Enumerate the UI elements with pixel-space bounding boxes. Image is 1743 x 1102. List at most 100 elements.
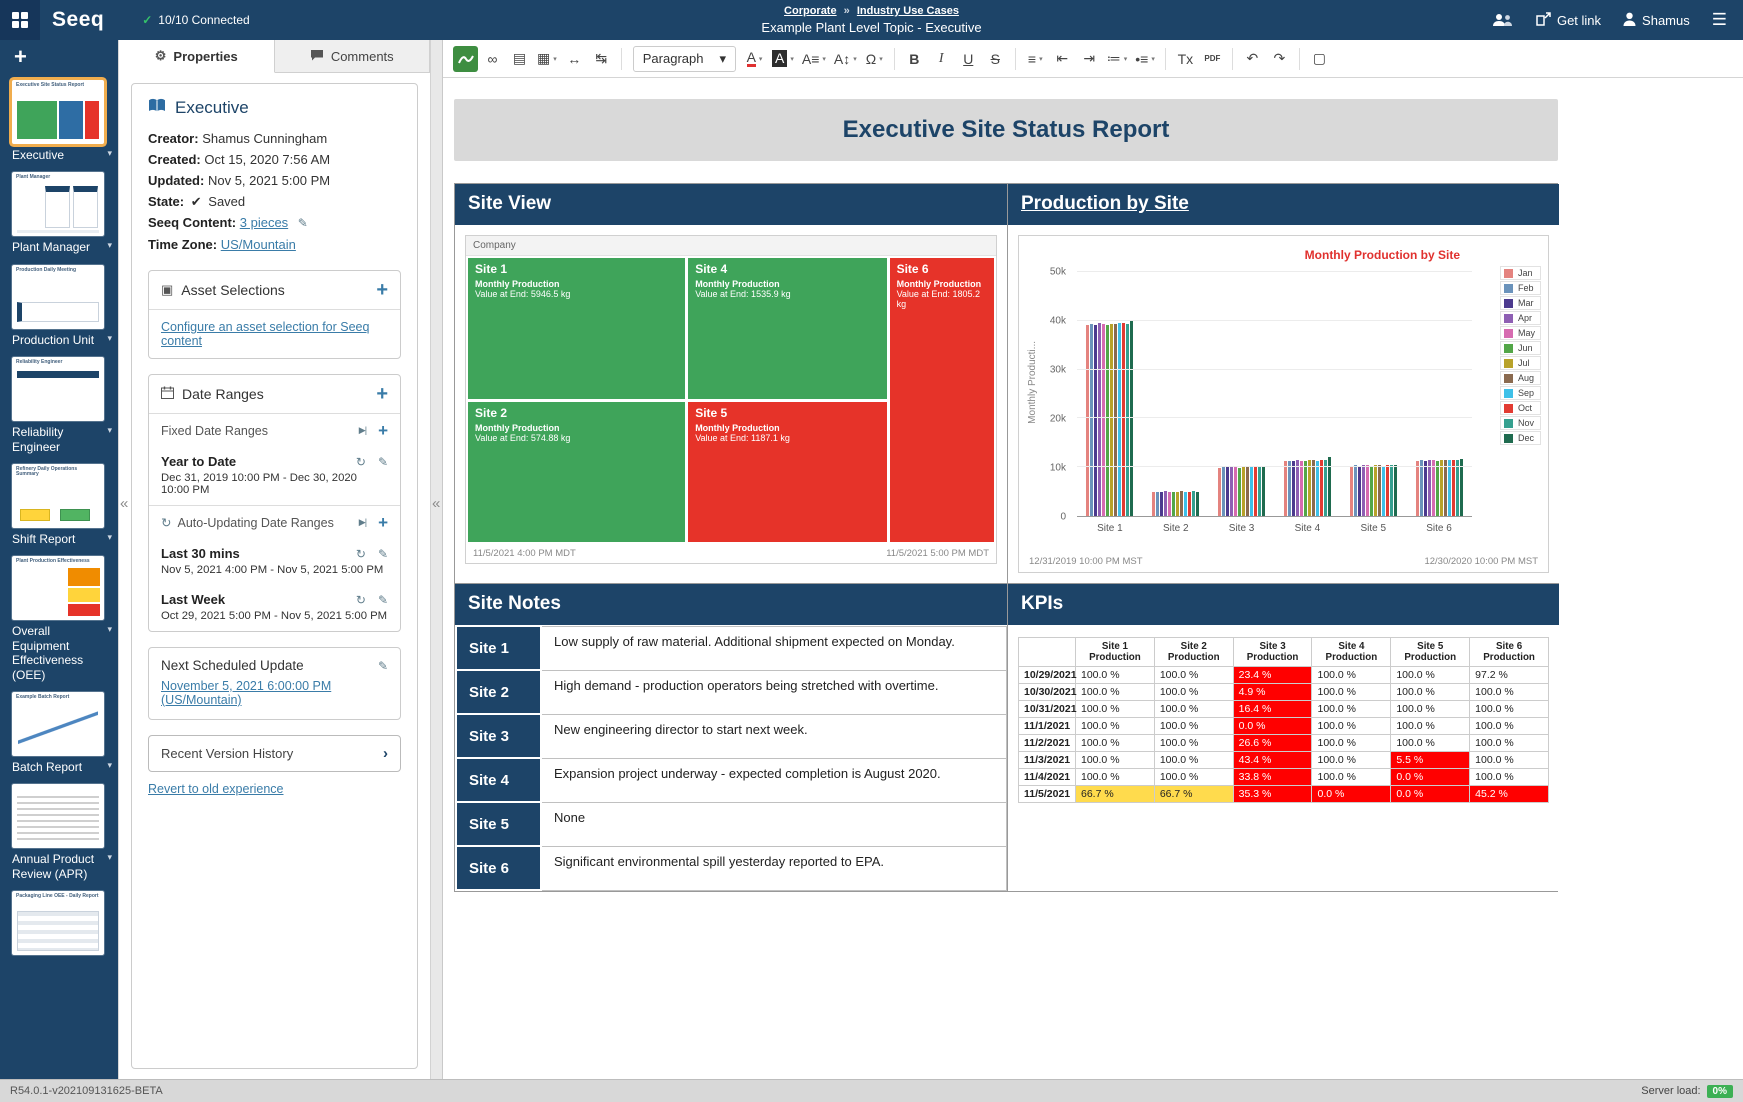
edit-icon[interactable]: ✎: [378, 547, 388, 561]
legend-item[interactable]: May: [1500, 326, 1541, 340]
bold-button[interactable]: B: [902, 46, 927, 72]
chevron-down-icon[interactable]: ▾: [107, 148, 112, 159]
font-family-button[interactable]: A≡▾: [799, 46, 829, 72]
seeq-logo[interactable]: Seeq: [52, 8, 104, 32]
apps-grid-button[interactable]: [0, 0, 40, 40]
document-thumbnail[interactable]: Production Daily Meeting: [12, 265, 104, 329]
tab-properties[interactable]: ⚙ Properties: [119, 40, 275, 73]
next-update-link[interactable]: November 5, 2021 6:00:00 PM (US/Mountain…: [161, 679, 331, 707]
document-area[interactable]: Executive Site Status Report Site View C…: [443, 78, 1743, 1079]
font-size-button[interactable]: A↕▾: [831, 46, 860, 72]
chevron-down-icon[interactable]: ▾: [107, 624, 112, 635]
treemap-tile[interactable]: Site 4Monthly ProductionValue at End: 15…: [688, 258, 886, 399]
document-thumbnail[interactable]: Example Batch Report: [12, 692, 104, 756]
document-thumbnail[interactable]: Refinery Daily Operations Summary: [12, 464, 104, 528]
chevron-down-icon[interactable]: ▾: [107, 760, 112, 771]
timezone-link[interactable]: US/Mountain: [221, 237, 296, 252]
breadcrumb-link-corporate[interactable]: Corporate: [784, 5, 837, 17]
treemap-tile[interactable]: Site 2Monthly ProductionValue at End: 57…: [468, 402, 685, 543]
image-button[interactable]: ▤: [507, 46, 532, 72]
step-auto-range-icon[interactable]: ▶|: [359, 517, 366, 528]
outdent-button[interactable]: ⇤: [1050, 46, 1075, 72]
bullet-list-button[interactable]: •≡▾: [1132, 46, 1158, 72]
collapse-sidebar-button[interactable]: «: [120, 495, 128, 512]
table-button[interactable]: ▦▾: [534, 46, 560, 72]
legend-item[interactable]: Jan: [1500, 266, 1541, 280]
refresh-icon[interactable]: ↻: [356, 455, 366, 469]
sidebar-item[interactable]: Plant ManagerPlant Manager▾: [12, 172, 118, 254]
font-color-button[interactable]: A▾: [742, 46, 767, 72]
user-menu-button[interactable]: Shamus: [1623, 12, 1690, 29]
sidebar-item[interactable]: Reliability EngineerReliability Engineer…: [12, 357, 118, 454]
chevron-down-icon[interactable]: ▾: [107, 240, 112, 251]
chevron-down-icon[interactable]: ▾: [107, 852, 112, 863]
manage-users-icon[interactable]: [1492, 13, 1514, 27]
legend-item[interactable]: Jun: [1500, 341, 1541, 355]
step-date-range-icon[interactable]: ▶|: [359, 425, 366, 436]
configure-asset-selection-link[interactable]: Configure an asset selection for Seeq co…: [161, 320, 369, 348]
edit-seeq-content-icon[interactable]: ✎: [298, 216, 308, 230]
border-toggle-button[interactable]: ▢: [1307, 46, 1332, 72]
sidebar-item[interactable]: Refinery Daily Operations SummaryShift R…: [12, 464, 118, 546]
paragraph-select[interactable]: Paragraph▾: [633, 46, 736, 72]
document-thumbnail[interactable]: [12, 784, 104, 848]
sidebar-item[interactable]: Example Batch ReportBatch Report▾: [12, 692, 118, 774]
edit-icon[interactable]: ✎: [378, 593, 388, 607]
revert-old-experience-link[interactable]: Revert to old experience: [148, 782, 284, 796]
edit-icon[interactable]: ✎: [378, 455, 388, 469]
get-link-button[interactable]: Get link: [1536, 12, 1601, 29]
document-thumbnail[interactable]: Packaging Line OEE - Daily Report: [12, 891, 104, 955]
refresh-icon[interactable]: ↻: [356, 547, 366, 561]
document-thumbnail[interactable]: Executive Site Status Report: [12, 80, 104, 144]
add-fixed-date-range-button[interactable]: +: [378, 422, 388, 439]
collapse-properties-button[interactable]: «: [432, 495, 440, 512]
fixed-width-button[interactable]: ↔: [562, 46, 587, 72]
treemap-tile[interactable]: Site 5Monthly ProductionValue at End: 11…: [688, 402, 886, 543]
sidebar-item[interactable]: Plant Production EffectivenessOverall Eq…: [12, 556, 118, 682]
legend-item[interactable]: Mar: [1500, 296, 1541, 310]
redo-button[interactable]: ↷: [1267, 46, 1292, 72]
insert-seeq-content-button[interactable]: [453, 46, 478, 72]
undo-button[interactable]: ↶: [1240, 46, 1265, 72]
tab-comments[interactable]: Comments: [275, 40, 431, 72]
align-left-button[interactable]: ≡▾: [1023, 46, 1048, 72]
legend-item[interactable]: Dec: [1500, 431, 1541, 445]
sidebar-item[interactable]: Executive Site Status ReportExecutive▾: [12, 80, 118, 162]
legend-item[interactable]: Sep: [1500, 386, 1541, 400]
page-break-button[interactable]: ↹: [589, 46, 614, 72]
numbered-list-button[interactable]: ≔▾: [1104, 46, 1131, 72]
hamburger-menu-icon[interactable]: ☰: [1712, 10, 1727, 30]
pdf-export-button[interactable]: PDF: [1200, 46, 1225, 72]
chevron-down-icon[interactable]: ▾: [107, 425, 112, 436]
sidebar-item[interactable]: Packaging Line OEE - Daily Report: [12, 891, 118, 955]
document-thumbnail[interactable]: Plant Manager: [12, 172, 104, 236]
chevron-down-icon[interactable]: ▾: [107, 333, 112, 344]
edit-schedule-icon[interactable]: ✎: [378, 659, 388, 673]
legend-item[interactable]: Feb: [1500, 281, 1541, 295]
highlight-color-button[interactable]: A▾: [769, 46, 797, 72]
breadcrumb-link-industry-use-cases[interactable]: Industry Use Cases: [857, 5, 959, 17]
sidebar-item[interactable]: Annual Product Review (APR)▾: [12, 784, 118, 881]
indent-button[interactable]: ⇥: [1077, 46, 1102, 72]
treemap-tile[interactable]: Site 6Monthly ProductionValue at End: 18…: [890, 258, 994, 542]
sidebar-item[interactable]: Production Daily MeetingProduction Unit▾: [12, 265, 118, 347]
recent-version-history-button[interactable]: Recent Version History ›: [148, 735, 401, 772]
document-thumbnail[interactable]: Plant Production Effectiveness: [12, 556, 104, 620]
insert-symbol-button[interactable]: Ω▾: [862, 46, 887, 72]
chevron-down-icon[interactable]: ▾: [107, 532, 112, 543]
add-asset-selection-button[interactable]: +: [376, 280, 388, 300]
refresh-icon[interactable]: ↻: [356, 593, 366, 607]
underline-button[interactable]: U: [956, 46, 981, 72]
italic-button[interactable]: I: [929, 46, 954, 72]
legend-item[interactable]: Jul: [1500, 356, 1541, 370]
legend-item[interactable]: Nov: [1500, 416, 1541, 430]
legend-item[interactable]: Oct: [1500, 401, 1541, 415]
add-date-range-button[interactable]: +: [376, 384, 388, 404]
clear-formatting-button[interactable]: Tx: [1173, 46, 1198, 72]
link-button[interactable]: ∞: [480, 46, 505, 72]
seeq-content-link[interactable]: 3 pieces: [240, 215, 288, 230]
legend-item[interactable]: Apr: [1500, 311, 1541, 325]
treemap-tile[interactable]: Site 1Monthly ProductionValue at End: 59…: [468, 258, 685, 399]
document-thumbnail[interactable]: Reliability Engineer: [12, 357, 104, 421]
add-auto-date-range-button[interactable]: +: [378, 514, 388, 531]
